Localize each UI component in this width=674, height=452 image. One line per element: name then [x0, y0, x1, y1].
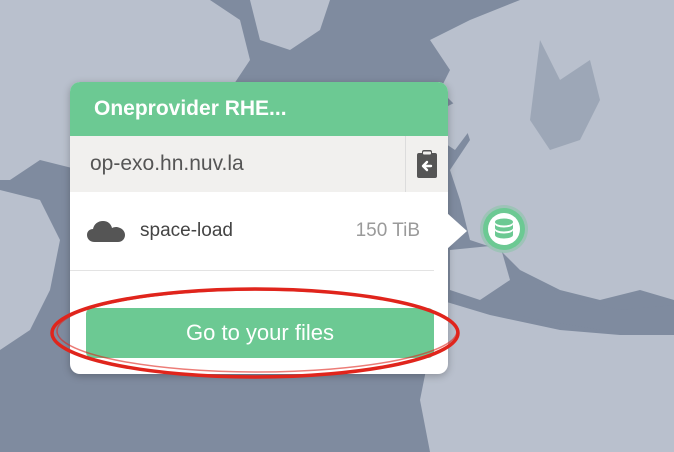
go-to-files-button[interactable]: Go to your files	[86, 308, 434, 358]
provider-domain-row: op-exo.hn.nuv.la	[70, 136, 448, 192]
space-list-item[interactable]: space-load 150 TiB	[70, 192, 434, 271]
database-icon	[495, 218, 513, 239]
popup-pointer	[447, 213, 467, 249]
provider-domain: op-exo.hn.nuv.la	[90, 152, 244, 175]
space-name: space-load	[140, 220, 233, 241]
space-size: 150 TiB	[355, 220, 420, 241]
marker-inner	[488, 213, 520, 245]
provider-name: Oneprovider RHE...	[70, 82, 448, 136]
copy-domain-button[interactable]	[405, 136, 448, 192]
cloud-icon	[87, 221, 125, 242]
clipboard-copy-icon	[417, 150, 437, 178]
provider-popup: Oneprovider RHE... op-exo.hn.nuv.la spac…	[70, 82, 448, 374]
provider-map-marker[interactable]	[483, 208, 525, 250]
